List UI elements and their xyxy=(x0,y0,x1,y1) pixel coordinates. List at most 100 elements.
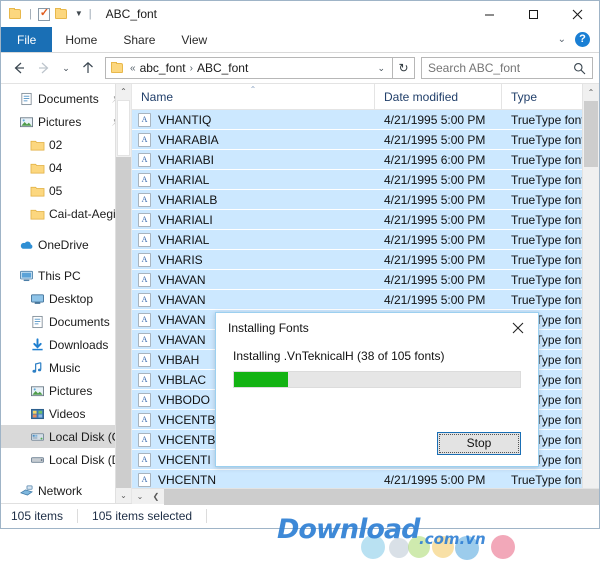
sidebar-item-documents[interactable]: Documents📌 xyxy=(1,87,131,110)
table-row[interactable]: VHANTIQ4/21/1995 5:00 PMTrueType font f xyxy=(132,110,599,130)
search-input[interactable] xyxy=(422,60,567,76)
hscroll-prev-icon[interactable]: ❮ xyxy=(148,492,164,501)
dialog-footer: Stop xyxy=(216,420,538,466)
title-bar: | ▼ | ABC_font xyxy=(1,1,599,27)
file-scroll-thumb[interactable] xyxy=(584,101,598,167)
table-row[interactable]: VHARIALB4/21/1995 5:00 PMTrueType font f xyxy=(132,190,599,210)
search-icon[interactable] xyxy=(567,62,592,75)
tab-share[interactable]: Share xyxy=(110,27,168,52)
ribbon-collapse-chevron-down-icon[interactable]: ⌄ xyxy=(558,34,566,45)
breadcrumb-overflow-icon[interactable]: « xyxy=(130,63,136,74)
column-header-date-modified[interactable]: Date modified xyxy=(375,84,502,109)
sidebar-item-desktop[interactable]: Desktop xyxy=(1,287,131,310)
minimize-button[interactable] xyxy=(467,1,511,27)
sidebar-scrollbar[interactable]: ⌃ ⌄ xyxy=(115,84,131,503)
file-date-modified: 4/21/1995 5:00 PM xyxy=(384,172,486,187)
back-button[interactable] xyxy=(7,56,31,80)
desktop-icon xyxy=(30,292,47,306)
sidebar-item-04[interactable]: 04 xyxy=(1,156,131,179)
sidebar-scroll-down-icon[interactable]: ⌄ xyxy=(116,488,131,503)
table-row[interactable]: VHARIALI4/21/1995 5:00 PMTrueType font f xyxy=(132,210,599,230)
sidebar-item-documents[interactable]: Documents xyxy=(1,310,131,333)
hscroll-thumb[interactable] xyxy=(164,488,599,505)
pictures-icon xyxy=(19,115,36,129)
file-name: VHAVAN xyxy=(158,332,206,347)
close-button[interactable] xyxy=(555,1,599,27)
sidebar-scroll-track[interactable] xyxy=(116,157,131,488)
sidebar-item-pictures[interactable]: Pictures📌 xyxy=(1,110,131,133)
recent-locations-chevron-down-icon[interactable]: ⌄ xyxy=(57,56,75,80)
sidebar-scroll-thumb[interactable] xyxy=(117,100,130,156)
watermark-dot-1 xyxy=(361,535,385,559)
table-row[interactable]: VHARIAL4/21/1995 5:00 PMTrueType font f xyxy=(132,230,599,250)
watermark-dot-4 xyxy=(432,536,454,558)
sidebar-item-onedrive[interactable]: OneDrive xyxy=(1,233,131,256)
sidebar-item-local-disk-d[interactable]: Local Disk (D:) xyxy=(1,448,131,471)
properties-icon[interactable] xyxy=(37,6,50,21)
search-box[interactable] xyxy=(421,57,593,79)
onedrive-icon xyxy=(19,238,34,252)
horizontal-scrollbar[interactable]: ⌄ ❮ xyxy=(132,488,599,505)
tab-view[interactable]: View xyxy=(168,27,220,52)
sidebar-item-local-disk-c[interactable]: Local Disk (C:) xyxy=(1,425,131,448)
watermark-dot-6 xyxy=(491,535,515,559)
watermark-dot-2 xyxy=(389,538,409,558)
stop-button[interactable]: Stop xyxy=(437,431,521,455)
file-name: VHARIALI xyxy=(158,212,213,227)
address-dropdown-chevron-down-icon[interactable]: ⌄ xyxy=(370,63,392,74)
column-header-name[interactable]: Name ⌃ xyxy=(132,84,375,109)
network-icon xyxy=(19,484,36,498)
pictures-icon xyxy=(30,384,47,398)
dialog-close-button[interactable] xyxy=(498,313,538,343)
sidebar-item-downloads[interactable]: Downloads xyxy=(1,333,131,356)
hscroll-left-icon[interactable]: ⌄ xyxy=(132,492,148,501)
videos-icon xyxy=(30,407,47,421)
documents-icon xyxy=(30,315,45,329)
up-button[interactable] xyxy=(76,56,100,80)
sidebar-item-videos[interactable]: Videos xyxy=(1,402,131,425)
progress-bar-fill xyxy=(234,372,289,387)
file-list-scrollbar[interactable]: ⌃ ⌄ xyxy=(582,84,599,503)
table-row[interactable]: VHCENTN4/21/1995 5:00 PMTrueType font f xyxy=(132,470,599,490)
explorer-folder-icon[interactable] xyxy=(9,8,23,20)
sidebar-item-label: Pictures xyxy=(49,383,93,398)
qat-divider-2: | xyxy=(88,8,92,20)
sidebar-item-02[interactable]: 02 xyxy=(1,133,131,156)
sidebar-scroll-up-icon[interactable]: ⌃ xyxy=(116,84,131,99)
ribbon-right-controls: ⌄ ? xyxy=(558,27,595,52)
documents-icon xyxy=(19,92,36,106)
sidebar-item-this-pc[interactable]: This PC xyxy=(1,264,131,287)
new-folder-icon[interactable] xyxy=(54,8,69,20)
dialog-body: Installing .VnTeknicalH (38 of 105 fonts… xyxy=(216,343,538,420)
tab-file[interactable]: File xyxy=(1,27,53,52)
font-file-icon xyxy=(138,412,151,427)
sidebar-item-network[interactable]: Network xyxy=(1,479,131,502)
breadcrumb-path: « abc_font › ABC_font xyxy=(130,61,248,75)
table-row[interactable]: VHARIAL4/21/1995 5:00 PMTrueType font f xyxy=(132,170,599,190)
file-scroll-up-icon[interactable]: ⌃ xyxy=(583,84,599,100)
refresh-button[interactable]: ↻ xyxy=(393,57,415,79)
sidebar-item-pictures[interactable]: Pictures xyxy=(1,379,131,402)
file-name: VHCENTBI xyxy=(158,432,219,447)
table-row[interactable]: VHAVAN4/21/1995 5:00 PMTrueType font f xyxy=(132,270,599,290)
tab-home[interactable]: Home xyxy=(52,27,110,52)
column-headers: Name ⌃ Date modified Type xyxy=(132,84,599,110)
table-row[interactable]: VHAVAN4/21/1995 5:00 PMTrueType font f xyxy=(132,290,599,310)
font-file-icon xyxy=(138,252,151,267)
breadcrumb-item-0[interactable]: abc_font xyxy=(140,61,186,75)
help-icon[interactable]: ? xyxy=(575,32,590,47)
sidebar-item-cai-dat-aegisub[interactable]: Cai-dat-Aegisub xyxy=(1,202,131,225)
pictures-icon xyxy=(30,384,45,398)
sidebar-item-music[interactable]: Music xyxy=(1,356,131,379)
forward-button[interactable] xyxy=(32,56,56,80)
table-row[interactable]: VHARABIA4/21/1995 5:00 PMTrueType font f xyxy=(132,130,599,150)
font-file-icon xyxy=(138,312,151,327)
breadcrumb-item-1[interactable]: ABC_font xyxy=(197,61,248,75)
breadcrumb[interactable]: « abc_font › ABC_font ⌄ xyxy=(105,57,393,79)
maximize-button[interactable] xyxy=(511,1,555,27)
sort-ascending-icon: ⌃ xyxy=(249,85,257,94)
qat-chevron-down-icon[interactable]: ▼ xyxy=(75,10,83,18)
table-row[interactable]: VHARIABI4/21/1995 6:00 PMTrueType font f xyxy=(132,150,599,170)
table-row[interactable]: VHARIS4/21/1995 5:00 PMTrueType font f xyxy=(132,250,599,270)
sidebar-item-05[interactable]: 05 xyxy=(1,179,131,202)
